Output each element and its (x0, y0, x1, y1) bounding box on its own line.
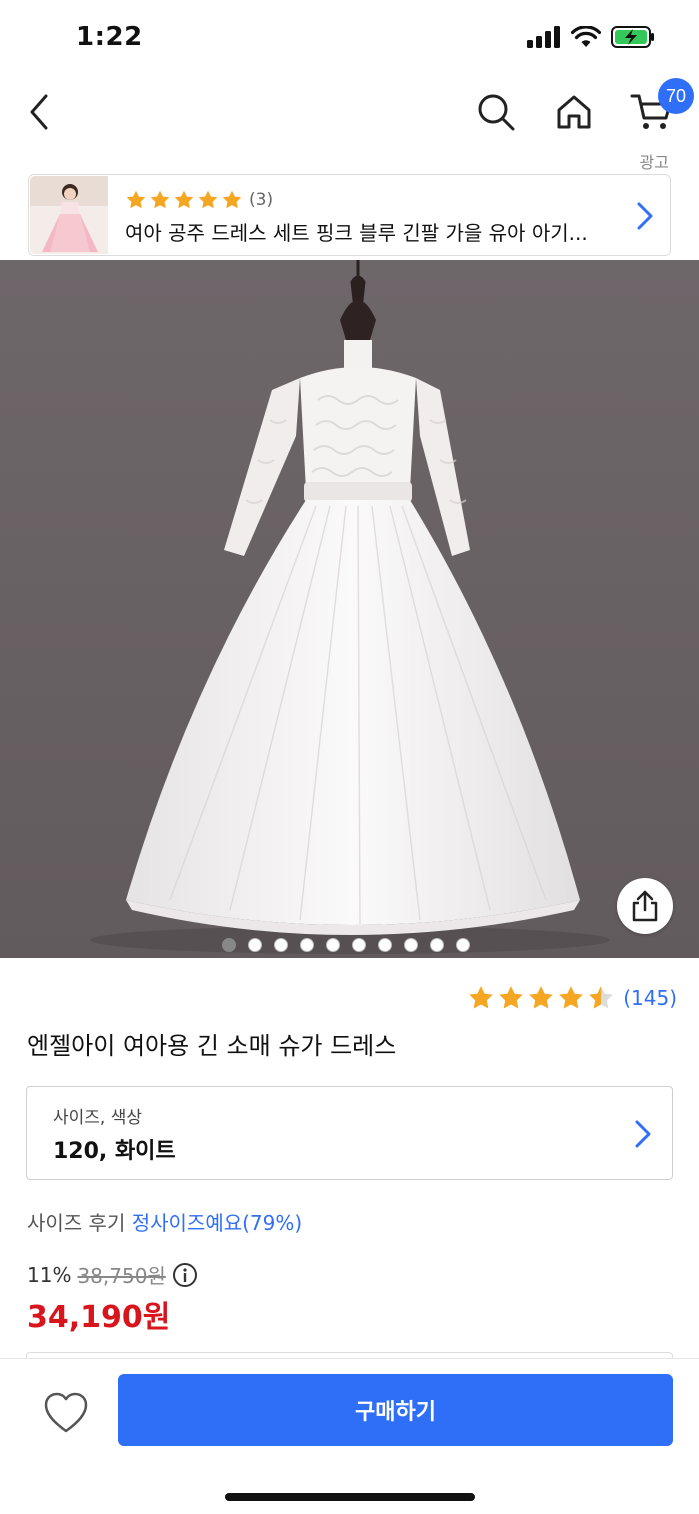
product-title: 엔젤아이 여아용 긴 소매 슈가 드레스 (27, 1032, 397, 1060)
home-icon[interactable] (554, 92, 594, 132)
size-review-label: 사이즈 후기 (27, 1211, 126, 1235)
info-icon[interactable] (172, 1262, 198, 1288)
ad-review-count: (3) (249, 190, 274, 210)
carousel-dot[interactable] (222, 938, 236, 952)
carousel-dot[interactable] (352, 938, 366, 952)
wifi-icon (571, 26, 601, 47)
price-original-row: 11% 38,750원 (27, 1260, 198, 1289)
search-icon[interactable] (476, 92, 516, 132)
carousel-dot[interactable] (378, 938, 392, 952)
heart-icon[interactable] (40, 1389, 92, 1437)
ad-thumbnail (30, 176, 108, 254)
chevron-right-icon (637, 202, 653, 230)
carousel-dot[interactable] (430, 938, 444, 952)
status-bar: 1:22 (0, 0, 699, 80)
option-value: 120, 화이트 (53, 1139, 176, 1164)
star-icon (499, 986, 524, 1009)
carousel-dot[interactable] (326, 938, 340, 952)
star-icon (529, 986, 554, 1009)
ad-banner[interactable]: (3) 여아 공주 드레스 세트 핑크 블루 긴팔 가을 유아 아기... (28, 174, 671, 256)
size-review-link[interactable]: 정사이즈예요(79%) (132, 1211, 302, 1235)
home-indicator (225, 1493, 475, 1501)
carousel-dot[interactable] (300, 938, 314, 952)
ad-label: 광고 (639, 153, 669, 172)
bottom-bar: 구매하기 (0, 1358, 699, 1514)
star-icon (150, 190, 170, 209)
product-rating[interactable]: (145) (467, 984, 677, 1012)
final-price: 34,190원 (27, 1300, 171, 1335)
status-time: 1:22 (76, 22, 143, 52)
option-label: 사이즈, 색상 (53, 1108, 143, 1128)
size-review: 사이즈 후기 정사이즈예요(79%) (27, 1207, 302, 1236)
carousel-dot[interactable] (404, 938, 418, 952)
discount-rate: 11% (27, 1262, 72, 1287)
back-icon[interactable] (22, 90, 58, 134)
star-icon (174, 190, 194, 209)
star-icon (198, 190, 218, 209)
buy-button[interactable]: 구매하기 (118, 1374, 673, 1446)
star-icon (222, 190, 242, 209)
star-icon (126, 190, 146, 209)
chevron-right-icon (635, 1120, 651, 1148)
ad-title: 여아 공주 드레스 세트 핑크 블루 긴팔 가을 유아 아기... (125, 221, 588, 245)
battery-charging-icon (611, 26, 654, 48)
cart-count-badge[interactable]: 70 (658, 78, 694, 114)
product-image[interactable] (0, 260, 699, 958)
carousel-dot[interactable] (248, 938, 262, 952)
carousel-dot[interactable] (456, 938, 470, 952)
share-button[interactable] (617, 878, 673, 934)
status-icons (527, 26, 655, 48)
nav-bar (0, 80, 699, 144)
star-icon (559, 986, 584, 1009)
star-icon (469, 986, 494, 1009)
signal-icon (527, 26, 560, 48)
original-price: 38,750원 (77, 1264, 166, 1288)
review-count[interactable]: (145) (623, 986, 677, 1010)
carousel-dot[interactable] (274, 938, 288, 952)
option-selector[interactable]: 사이즈, 색상 120, 화이트 (26, 1086, 673, 1180)
carousel-dots (222, 938, 470, 952)
share-icon (632, 890, 658, 922)
half-star-icon (589, 986, 614, 1009)
ad-rating: (3) (125, 189, 273, 211)
